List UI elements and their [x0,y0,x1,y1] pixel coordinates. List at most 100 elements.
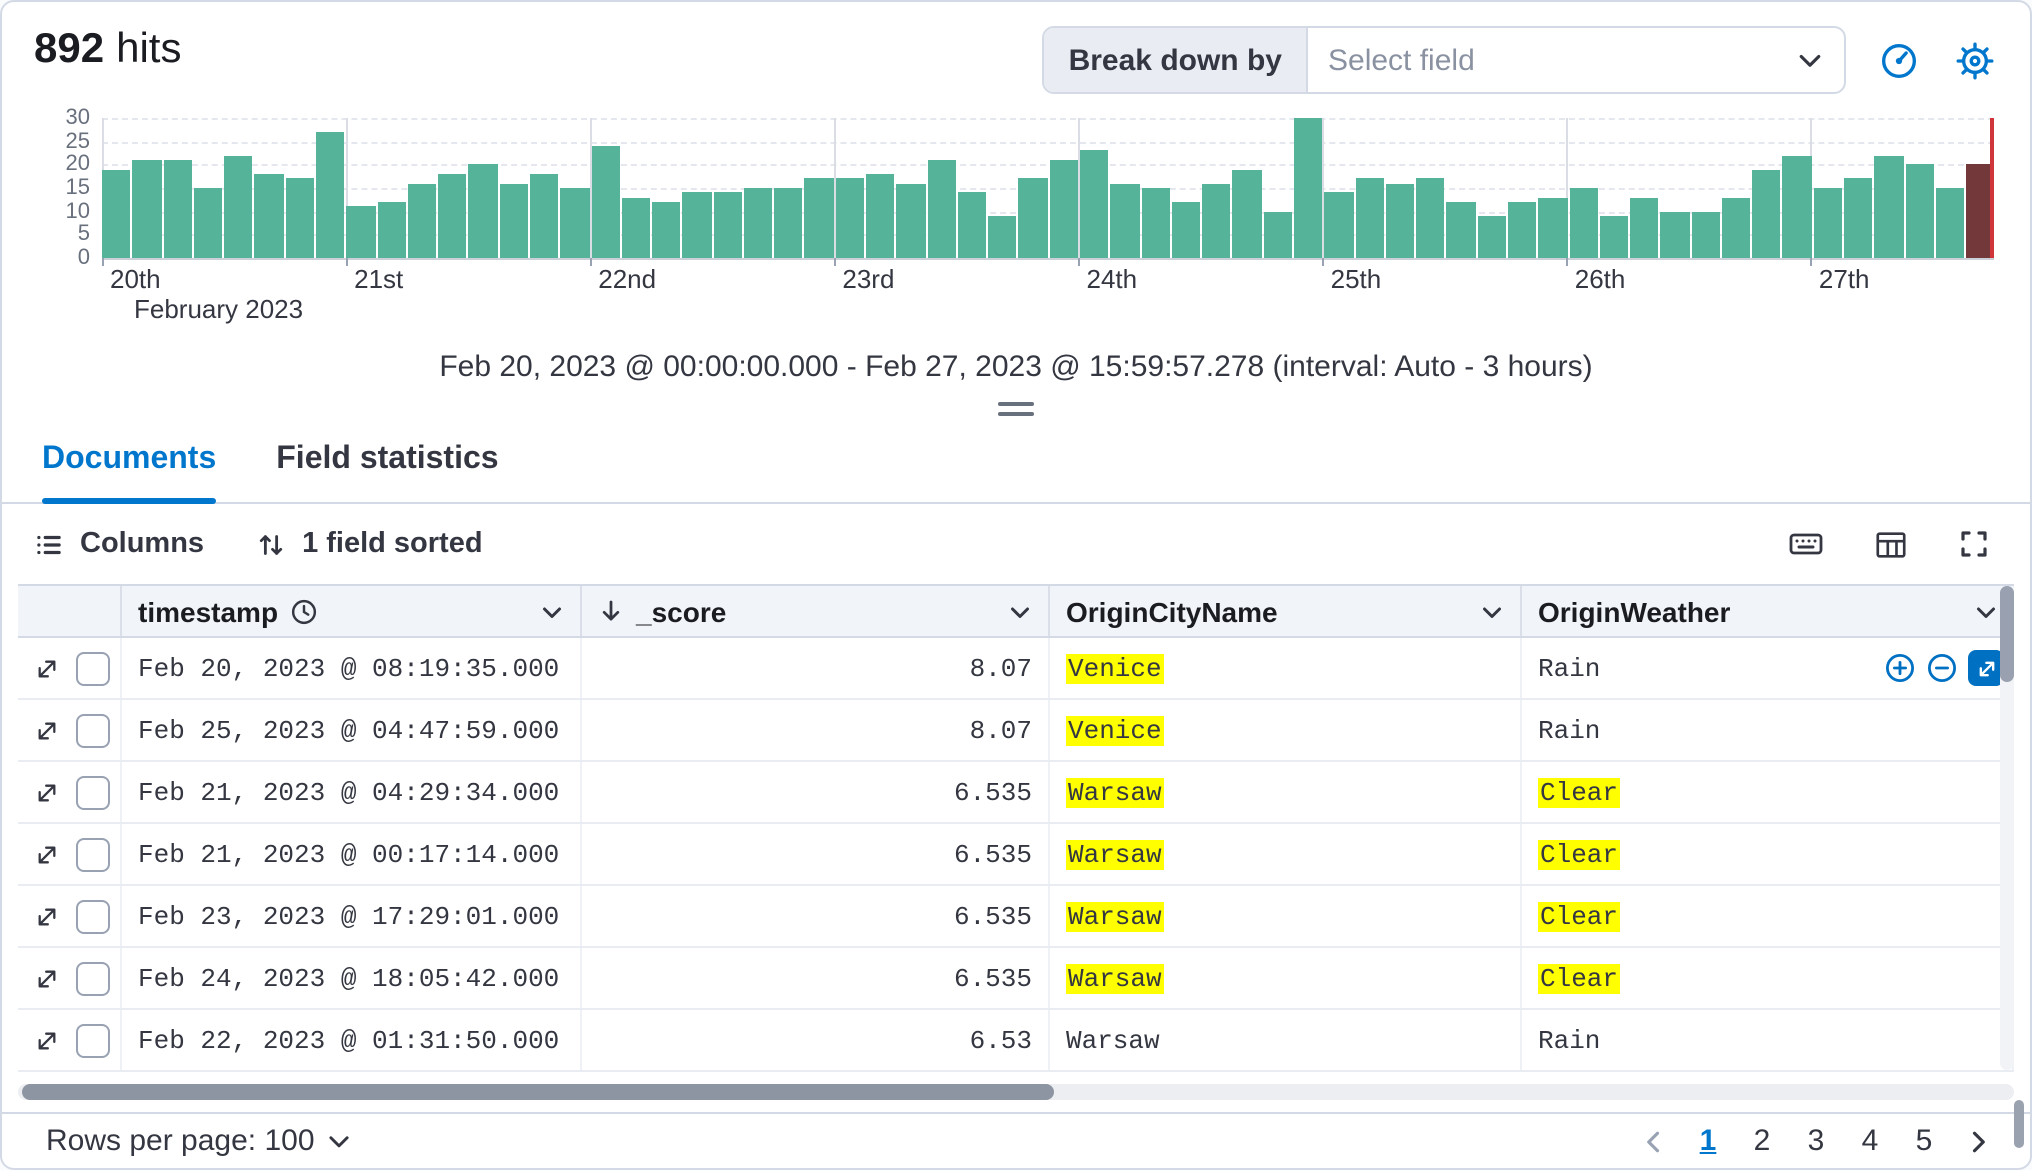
histogram-bar[interactable] [1263,211,1292,258]
histogram-bar[interactable] [193,188,223,258]
histogram-bar[interactable] [560,188,589,258]
histogram-bar[interactable] [743,188,773,258]
histogram-bar[interactable] [163,160,192,258]
histogram-bar[interactable] [1080,150,1109,258]
histogram-bar[interactable] [1110,183,1140,258]
histogram-bar[interactable] [1385,183,1415,258]
histogram-bar[interactable] [1141,188,1170,258]
select-row-checkbox[interactable] [76,651,110,685]
chart-options-button[interactable] [1874,36,1922,84]
histogram-bar[interactable] [438,174,467,258]
resize-handle[interactable] [998,402,1034,416]
rows-per-page-button[interactable]: Rows per page: 100 [34,1122,365,1160]
histogram-bar[interactable] [1538,197,1567,258]
histogram-bar[interactable] [988,216,1017,258]
previous-page-button[interactable] [1634,1115,1674,1167]
histogram-bar[interactable] [896,183,926,258]
histogram-bar[interactable] [1905,164,1934,258]
tab-documents[interactable]: Documents [42,442,217,504]
table-row[interactable]: Feb 25, 2023 @ 04:47:59.000 8.07 Venice … [18,700,2014,762]
histogram-bar[interactable] [1293,118,1323,258]
expand-document-icon[interactable] [34,779,60,805]
histogram-bar[interactable] [1569,188,1598,258]
histogram-bar[interactable] [804,178,834,258]
chart-settings-button[interactable] [1950,36,1998,84]
table-row[interactable]: Feb 23, 2023 @ 17:29:01.000 6.535 Warsaw… [18,886,2014,948]
breakdown-field-select[interactable]: Select field [1308,28,1844,92]
histogram-bar[interactable] [132,160,162,258]
histogram-bar[interactable] [468,164,498,258]
histogram-bar[interactable] [1630,197,1659,258]
histogram-bar[interactable] [713,192,742,258]
select-row-checkbox[interactable] [76,713,110,747]
histogram-bar[interactable] [1324,192,1354,258]
histogram-bar[interactable] [1935,188,1965,258]
sort-fields-button[interactable]: 1 field sorted [256,528,483,560]
table-row[interactable]: Feb 24, 2023 @ 18:05:42.000 6.535 Warsaw… [18,948,2014,1010]
histogram-bar[interactable] [315,132,345,258]
histogram-bar[interactable] [866,174,895,258]
histogram-bar[interactable] [1171,202,1201,258]
histogram-bar[interactable] [835,178,865,258]
filter-for-value-icon[interactable] [1884,652,1916,684]
histogram-bar[interactable] [1018,178,1048,258]
page-button-1[interactable]: 1 [1688,1115,1728,1167]
histogram-bar[interactable] [1355,178,1384,258]
tab-field-statistics[interactable]: Field statistics [276,442,498,502]
page-scrollbar-thumb[interactable] [2014,1100,2024,1148]
select-row-checkbox[interactable] [76,961,110,995]
header-origin-city[interactable]: OriginCityName [1050,586,1522,636]
histogram-bar[interactable] [927,160,956,258]
histogram-bar[interactable] [1416,178,1445,258]
keyboard-shortcuts-button[interactable] [1782,520,1830,568]
histogram-bar[interactable] [529,174,559,258]
histogram-bar[interactable] [499,183,528,258]
histogram-bar[interactable] [1232,169,1262,258]
filter-out-value-icon[interactable] [1926,652,1958,684]
expand-document-icon[interactable] [34,903,60,929]
histogram-bar[interactable] [1049,160,1078,258]
select-row-checkbox[interactable] [76,837,110,871]
next-page-button[interactable] [1958,1115,1998,1167]
header-origin-weather[interactable]: OriginWeather [1522,586,2014,636]
table-row[interactable]: Feb 22, 2023 @ 01:31:50.000 6.53 Warsaw … [18,1010,2014,1072]
histogram-bar[interactable] [1202,183,1231,258]
histogram-bar[interactable] [224,155,253,258]
horizontal-scrollbar-thumb[interactable] [22,1084,1054,1100]
expand-document-button[interactable] [1968,650,2004,686]
histogram-bar[interactable] [1782,155,1812,258]
histogram-bar[interactable] [1721,197,1751,258]
select-row-checkbox[interactable] [76,899,110,933]
histogram-bar[interactable] [254,174,284,258]
expand-document-icon[interactable] [34,841,60,867]
header-score[interactable]: _score [582,586,1050,636]
expand-document-icon[interactable] [34,655,60,681]
page-button-5[interactable]: 5 [1904,1115,1944,1167]
display-options-button[interactable] [1866,520,1914,568]
columns-button[interactable]: Columns [34,528,204,560]
histogram-bar[interactable] [957,192,987,258]
page-button-3[interactable]: 3 [1796,1115,1836,1167]
table-row[interactable]: Feb 20, 2023 @ 08:19:35.000 8.07 Venice … [18,638,2014,700]
page-button-2[interactable]: 2 [1742,1115,1782,1167]
histogram-bar[interactable] [1874,155,1904,258]
header-timestamp[interactable]: timestamp [122,586,582,636]
histogram-bar[interactable] [774,188,803,258]
histogram-bar[interactable] [1599,216,1629,258]
histogram-bar[interactable] [682,192,712,258]
vertical-scrollbar-thumb[interactable] [2000,586,2014,682]
vertical-scrollbar[interactable] [2000,586,2014,1070]
expand-document-icon[interactable] [34,717,60,743]
select-row-checkbox[interactable] [76,1023,110,1057]
histogram-bar[interactable] [591,146,620,258]
horizontal-scrollbar[interactable] [18,1084,2014,1100]
histogram-bar[interactable] [1507,202,1537,258]
fullscreen-button[interactable] [1950,520,1998,568]
histogram-bar[interactable] [377,202,406,258]
histogram-bar[interactable] [1813,188,1843,258]
histogram-bar[interactable] [1477,216,1506,258]
histogram-bar[interactable] [652,202,681,258]
page-button-4[interactable]: 4 [1850,1115,1890,1167]
histogram-bar[interactable] [1752,169,1781,258]
histogram-bar[interactable] [1446,202,1476,258]
